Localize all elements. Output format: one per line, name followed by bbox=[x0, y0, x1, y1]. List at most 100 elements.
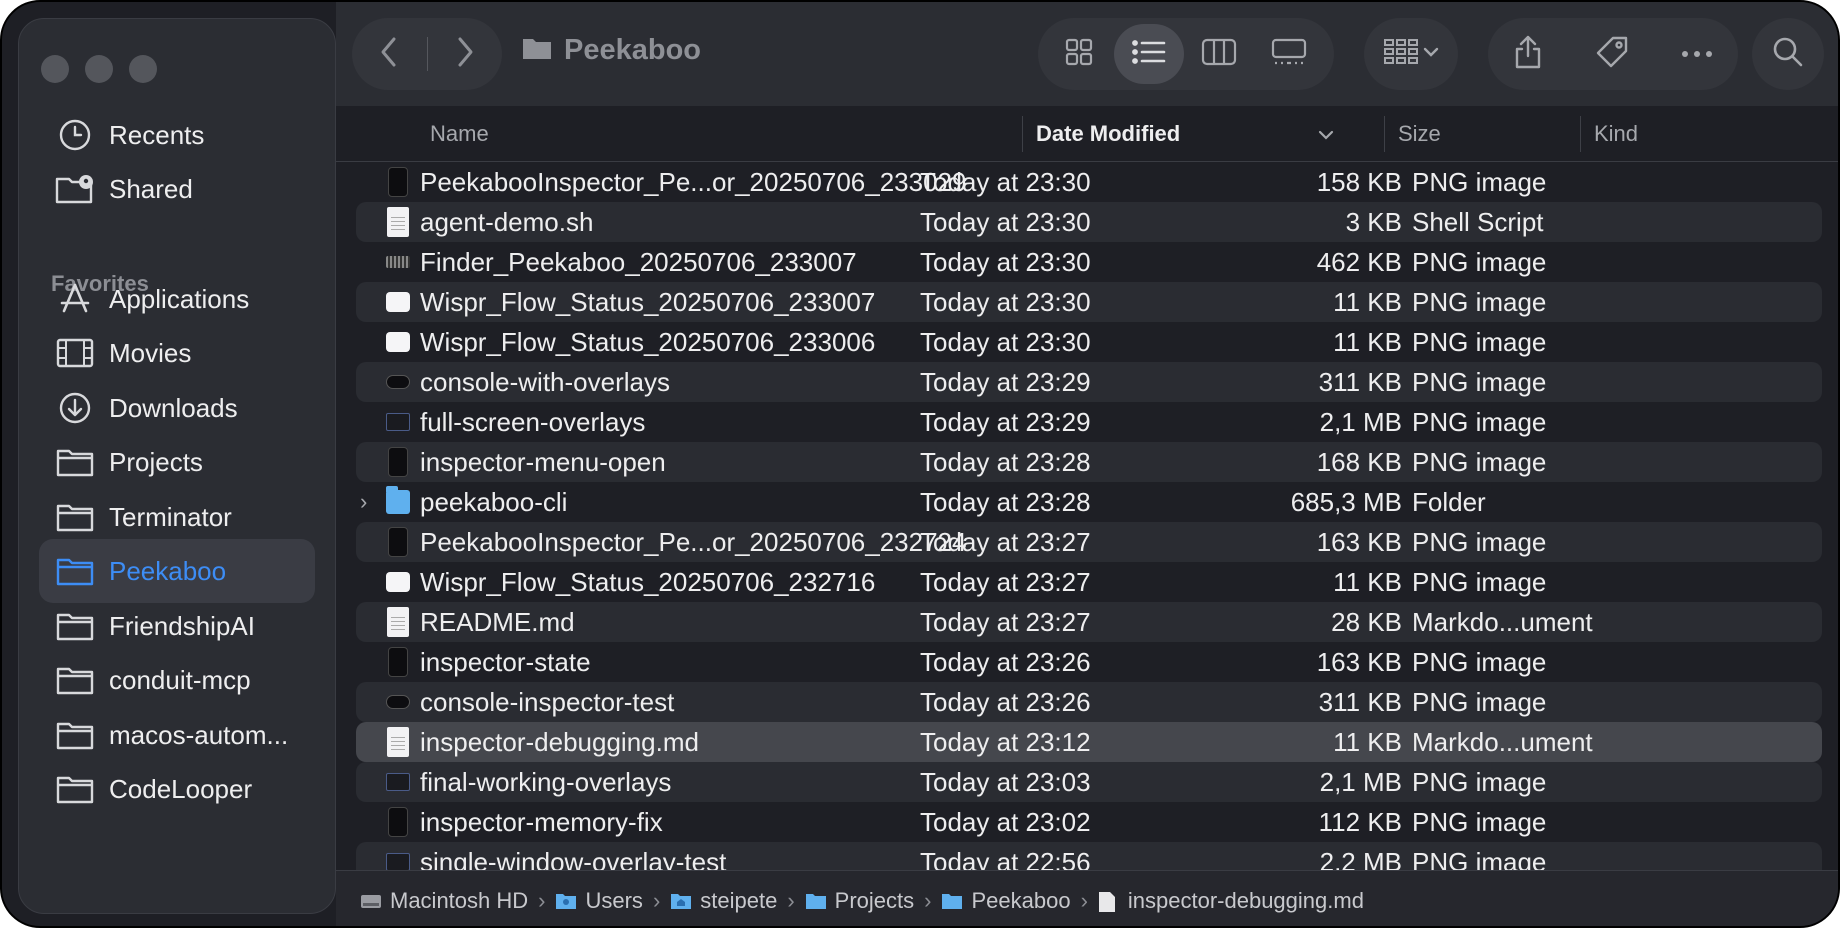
column-header-kind[interactable]: Kind bbox=[1594, 106, 1638, 162]
path-item-projects[interactable]: Projects bbox=[805, 888, 914, 914]
chevron-left-icon bbox=[379, 36, 399, 73]
file-size: 2,2 MB bbox=[1319, 847, 1402, 870]
icon-view-button[interactable] bbox=[1044, 24, 1114, 84]
sidebar-item-label: Terminator bbox=[109, 501, 232, 532]
file-name: Wispr_Flow_Status_20250706_233007 bbox=[420, 287, 876, 317]
column-view-button[interactable] bbox=[1184, 24, 1254, 84]
folder-icon bbox=[522, 36, 552, 65]
disclosure-chevron-icon[interactable]: › bbox=[360, 482, 367, 522]
chevron-right-icon: › bbox=[1080, 887, 1088, 913]
file-kind: PNG image bbox=[1412, 647, 1547, 677]
group-by-button[interactable] bbox=[1364, 18, 1458, 90]
path-item-label: Projects bbox=[834, 887, 915, 913]
divider bbox=[1580, 116, 1581, 152]
file-kind: PNG image bbox=[1412, 167, 1547, 197]
file-date-modified: Today at 23:30 bbox=[920, 287, 1091, 317]
file-size: 3 KB bbox=[1345, 207, 1402, 237]
file-size: 311 KB bbox=[1318, 367, 1402, 397]
column-header-date-modified[interactable]: Date Modified bbox=[1036, 106, 1180, 162]
file-row[interactable]: inspector-state Today at 23:26 163 KB PNG i… bbox=[356, 642, 1822, 682]
column-header-size[interactable]: Size bbox=[1398, 106, 1441, 162]
file-date-modified: Today at 23:29 bbox=[920, 367, 1091, 397]
image-thumbnail-icon bbox=[386, 446, 410, 478]
file-name: inspector-state bbox=[420, 647, 591, 677]
path-item-steipete[interactable]: steipete bbox=[670, 888, 777, 914]
path-item-macintosh-hd[interactable]: Macintosh HD bbox=[360, 888, 528, 914]
file-size: 163 KB bbox=[1316, 647, 1402, 677]
image-thumbnail-icon bbox=[386, 406, 410, 438]
chevron-right-icon: › bbox=[652, 887, 661, 913]
file-date-modified: Today at 23:27 bbox=[920, 527, 1091, 557]
file-row[interactable]: inspector-memory-fix Today at 23:02 112 KB… bbox=[356, 802, 1822, 842]
folder-icon bbox=[55, 442, 95, 482]
more-icon[interactable] bbox=[1681, 45, 1713, 63]
file-name: agent-demo.sh bbox=[420, 207, 594, 237]
document-icon bbox=[1098, 891, 1120, 912]
path-item-label: steipete bbox=[700, 887, 778, 913]
toolbar: Peekaboo bbox=[336, 2, 1838, 106]
file-name: inspector-memory-fix bbox=[420, 807, 663, 837]
file-row[interactable]: inspector-menu-open Today at 23:28 168 KB P… bbox=[356, 442, 1822, 482]
file-row[interactable]: Finder_Peekaboo_20250706_233007 Today at … bbox=[356, 242, 1822, 282]
file-row[interactable]: agent-demo.sh Today at 23:30 3 KB Shell Scr… bbox=[356, 202, 1822, 242]
close-window-button[interactable] bbox=[41, 55, 69, 83]
file-date-modified: Today at 23:27 bbox=[920, 607, 1091, 637]
view-mode-group bbox=[1038, 18, 1334, 90]
file-date-modified: Today at 23:30 bbox=[920, 327, 1091, 357]
file-kind: PNG image bbox=[1412, 687, 1547, 717]
file-date-modified: Today at 23:26 bbox=[920, 687, 1091, 717]
tag-icon[interactable] bbox=[1594, 34, 1630, 75]
sidebar-item-shared[interactable]: Shared bbox=[39, 157, 315, 221]
file-row[interactable]: full-screen-overlays Today at 23:29 2,1 MB… bbox=[356, 402, 1822, 442]
grid-view-icon bbox=[1064, 37, 1094, 72]
search-button[interactable] bbox=[1752, 18, 1824, 90]
file-kind: PNG image bbox=[1412, 807, 1547, 837]
path-item-users[interactable]: Users bbox=[555, 888, 643, 914]
sort-chevron-down-icon[interactable] bbox=[1318, 128, 1334, 146]
file-name: Wispr_Flow_Status_20250706_232716 bbox=[420, 567, 876, 597]
file-row[interactable]: README.md Today at 23:27 28 KB Markdo...ume… bbox=[356, 602, 1822, 642]
file-kind: Markdo...ument bbox=[1412, 727, 1593, 757]
file-row[interactable]: inspector-debugging.md Today at 23:12 11 K… bbox=[356, 722, 1822, 762]
window-controls bbox=[41, 55, 157, 83]
path-item-peekaboo[interactable]: Peekaboo bbox=[941, 888, 1071, 914]
image-thumbnail-icon bbox=[386, 326, 410, 358]
file-size: 2,1 MB bbox=[1319, 767, 1402, 797]
file-row[interactable]: console-inspector-test Today at 23:26 311 … bbox=[356, 682, 1822, 722]
file-date-modified: Today at 23:30 bbox=[920, 207, 1091, 237]
download-icon bbox=[55, 388, 95, 428]
folder-icon bbox=[55, 660, 95, 700]
file-row[interactable]: final-working-overlays Today at 23:03 2,1 … bbox=[356, 762, 1822, 802]
file-row[interactable]: › peekaboo-cli Today at 23:28 685,3 MB Folde… bbox=[356, 482, 1822, 522]
file-row[interactable]: single-window-overlay-test Today at 22:56… bbox=[356, 842, 1822, 870]
applications-icon bbox=[55, 279, 95, 319]
file-row[interactable]: Wispr_Flow_Status_20250706_233007 Today a… bbox=[356, 282, 1822, 322]
image-thumbnail-icon bbox=[386, 166, 410, 198]
forward-button[interactable] bbox=[428, 18, 503, 90]
file-row[interactable]: Wispr_Flow_Status_20250706_232716 Today a… bbox=[356, 562, 1822, 602]
file-size: 11 KB bbox=[1333, 287, 1402, 317]
file-row[interactable]: PeekabooInspector_Pe...or_20250706_23272… bbox=[356, 522, 1822, 562]
path-item-inspector-debugging[interactable]: inspector-debugging.md bbox=[1098, 888, 1364, 914]
image-thumbnail-icon bbox=[386, 646, 410, 678]
zoom-window-button[interactable] bbox=[129, 55, 157, 83]
file-date-modified: Today at 23:26 bbox=[920, 647, 1091, 677]
shared-folder-icon bbox=[55, 169, 95, 209]
image-thumbnail-icon bbox=[386, 246, 410, 278]
sidebar-item-codelooper[interactable]: CodeLooper bbox=[39, 757, 315, 821]
divider bbox=[1022, 116, 1023, 152]
file-date-modified: Today at 23:29 bbox=[920, 407, 1091, 437]
back-button[interactable] bbox=[352, 18, 427, 90]
file-row[interactable]: PeekabooInspector_Pe...or_20250706_23302… bbox=[356, 162, 1822, 202]
file-row[interactable]: console-with-overlays Today at 23:29 311 K… bbox=[356, 362, 1822, 402]
gallery-view-button[interactable] bbox=[1254, 24, 1324, 84]
list-view-button[interactable] bbox=[1114, 24, 1184, 84]
file-date-modified: Today at 23:27 bbox=[920, 567, 1091, 597]
path-item-label: inspector-debugging.md bbox=[1127, 887, 1364, 913]
column-header-name[interactable]: Name bbox=[430, 106, 489, 162]
file-date-modified: Today at 23:12 bbox=[920, 727, 1091, 757]
share-icon[interactable] bbox=[1513, 34, 1543, 75]
file-size: 11 KB bbox=[1333, 327, 1402, 357]
minimize-window-button[interactable] bbox=[85, 55, 113, 83]
file-row[interactable]: Wispr_Flow_Status_20250706_233006 Today a… bbox=[356, 322, 1822, 362]
